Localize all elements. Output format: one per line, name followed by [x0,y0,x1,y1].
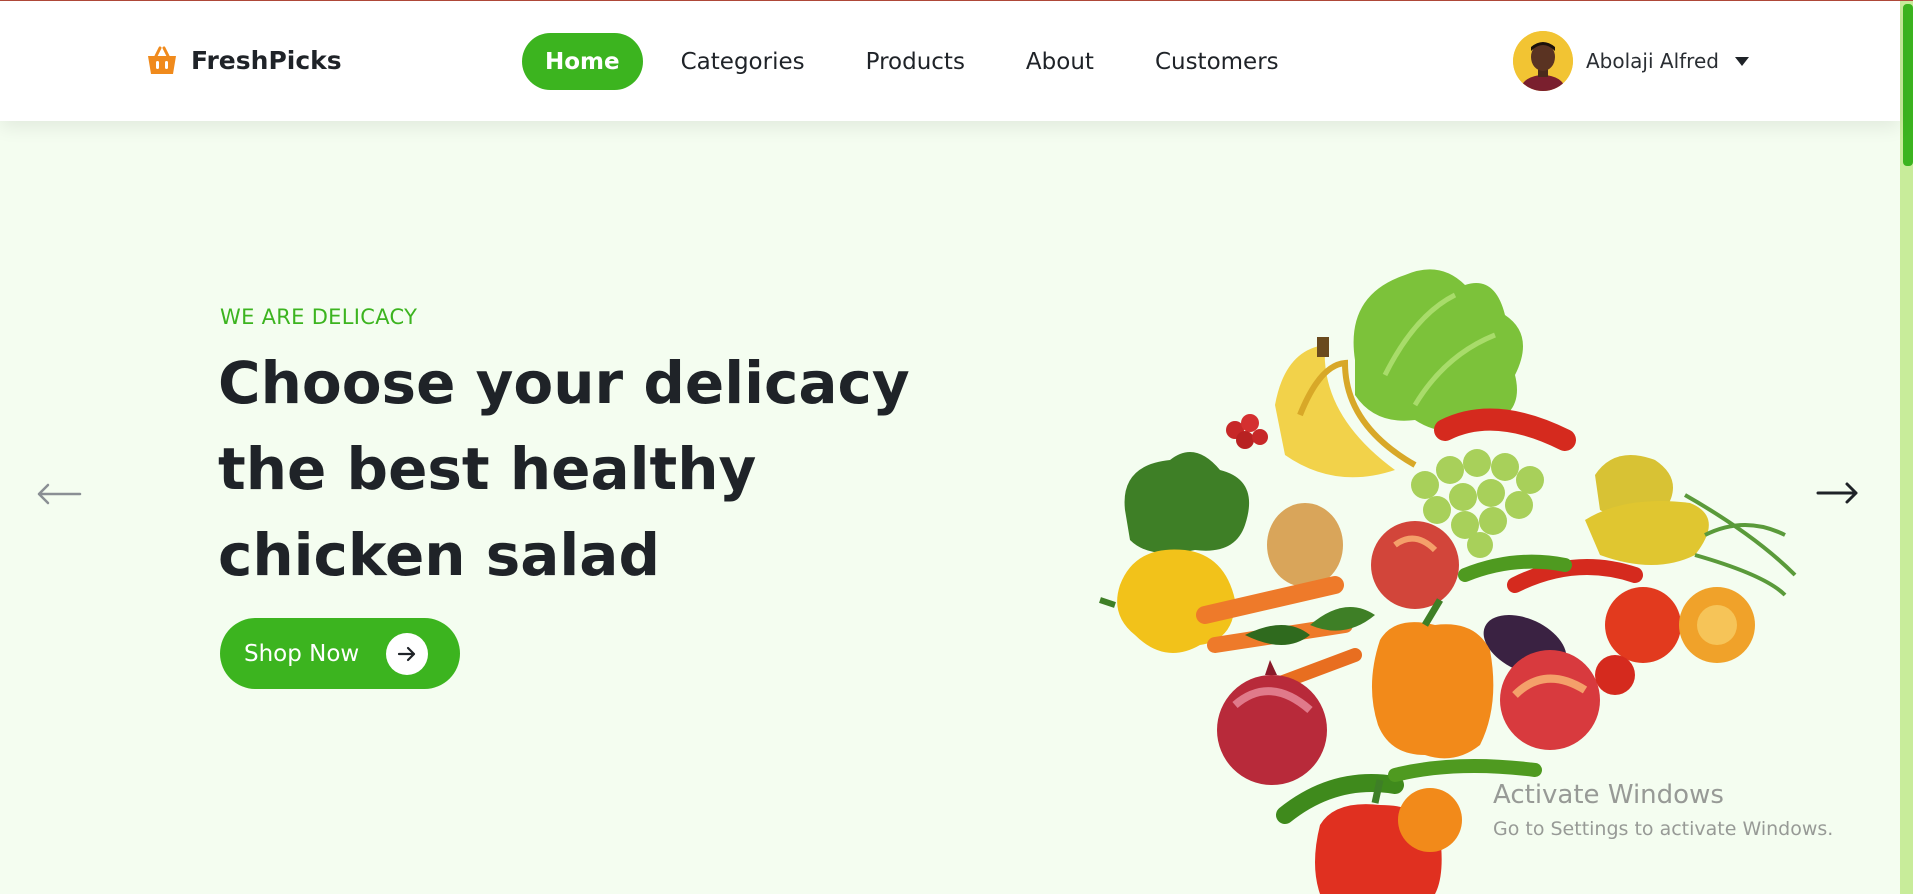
brand-logo[interactable]: FreshPicks [145,43,342,77]
shop-now-button[interactable]: Shop Now [220,618,460,689]
avatar-portrait [1513,31,1573,91]
hero-headline: Choose your delicacy the best healthy ch… [218,340,938,598]
headline-line-3: chicken salad [218,521,660,589]
shop-now-label: Shop Now [244,640,360,667]
caret-down-icon[interactable] [1734,56,1749,66]
site-header: FreshPicks Home Categories Products Abou… [0,1,1900,121]
arrow-left-icon[interactable] [36,482,82,506]
activate-windows-watermark: Activate Windows Go to Settings to activ… [1493,780,1833,840]
nav-item-categories[interactable]: Categories [658,33,828,90]
brand-name: FreshPicks [191,45,342,75]
user-menu[interactable]: Abolaji Alfred [1513,31,1749,91]
scrollbar-thumb[interactable] [1903,4,1913,166]
main-nav: Home Categories Products About Customers [522,33,1317,90]
nav-item-products[interactable]: Products [843,33,988,90]
watermark-subtitle: Go to Settings to activate Windows. [1493,818,1834,840]
arrow-right-icon [386,633,428,675]
avatar[interactable] [1513,31,1573,91]
hero-tagline: WE ARE DELICACY [220,305,418,329]
basket-icon [148,46,176,74]
headline-line-2: the best healthy [218,435,757,503]
nav-item-about[interactable]: About [1003,33,1117,90]
watermark-title: Activate Windows [1493,780,1724,810]
nav-item-customers[interactable]: Customers [1132,33,1302,90]
headline-line-1: Choose your delicacy [218,349,910,417]
nav-item-home[interactable]: Home [522,33,643,90]
user-name: Abolaji Alfred [1586,49,1719,73]
arrow-right-icon[interactable] [1816,480,1860,506]
